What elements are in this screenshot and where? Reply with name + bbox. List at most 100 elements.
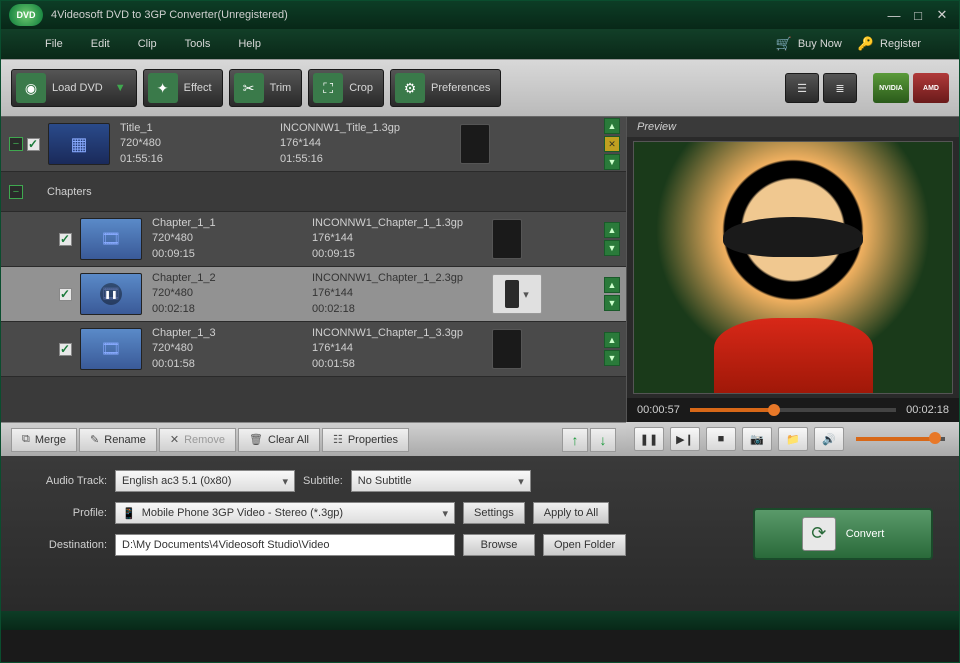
open-snapshot-folder-button[interactable]: 📁: [778, 427, 808, 451]
merge-label: Merge: [35, 434, 66, 446]
chapter-up-button[interactable]: ▲: [604, 277, 620, 293]
buy-now-link[interactable]: 🛒 Buy Now: [768, 32, 850, 56]
chapter-checkbox[interactable]: [59, 288, 72, 301]
profile-select[interactable]: 📱 Mobile Phone 3GP Video - Stereo (*.3gp…: [115, 502, 455, 524]
chapter-up-button[interactable]: ▲: [604, 332, 620, 348]
menu-file[interactable]: File: [31, 34, 77, 54]
chapter-row-selected[interactable]: 🎞 Chapter_1_2 720*480 00:02:18 INCONNW1_…: [1, 267, 626, 322]
move-up-button[interactable]: ↑: [562, 428, 588, 452]
subtitle-value: No Subtitle: [358, 475, 412, 487]
chapter-out-dur: 00:09:15: [312, 247, 492, 262]
maximize-button[interactable]: □: [909, 6, 927, 24]
expand-chapters-icon[interactable]: −: [9, 185, 23, 199]
chapter-up-button[interactable]: ▲: [604, 222, 620, 238]
menubar: File Edit Clip Tools Help 🛒 Buy Now 🔑 Re…: [1, 29, 959, 59]
merge-button[interactable]: ⧉ Merge: [11, 428, 77, 452]
remove-label: Remove: [184, 434, 225, 446]
chevron-down-icon: ▾: [282, 475, 288, 488]
minimize-button[interactable]: —: [885, 6, 903, 24]
chapter-src-dur: 00:09:15: [152, 247, 312, 262]
rename-label: Rename: [104, 434, 146, 446]
chapter-checkbox[interactable]: [59, 343, 72, 356]
open-folder-button[interactable]: Open Folder: [543, 534, 626, 556]
mute-button[interactable]: 🔊: [814, 427, 844, 451]
volume-knob[interactable]: [929, 432, 941, 444]
chapter-src-res: 720*480: [152, 286, 312, 301]
titlebar: DVD 4Videosoft DVD to 3GP Converter(Unre…: [1, 1, 959, 29]
title-checkbox[interactable]: [27, 138, 40, 151]
seek-knob[interactable]: [768, 404, 780, 416]
load-dvd-caret-icon: ▼: [115, 82, 126, 94]
seek-slider[interactable]: [690, 408, 896, 412]
destination-label: Destination:: [17, 539, 107, 551]
chapters-header: − Chapters: [1, 172, 626, 212]
preview-video[interactable]: [633, 141, 953, 394]
title-src-res: 720*480: [120, 136, 280, 151]
remove-button[interactable]: ✕Remove: [159, 428, 236, 452]
title-out-name: INCONNW1_Title_1.3gp: [280, 121, 460, 136]
view-detail-button[interactable]: ≣: [823, 73, 857, 103]
apply-to-all-button[interactable]: Apply to All: [533, 502, 609, 524]
action-bars: ⧉ Merge ✎Rename ✕Remove 🗑Clear All ☷Prope…: [1, 422, 959, 456]
title-src-info: Title_1 720*480 01:55:16: [120, 121, 280, 167]
menu-edit[interactable]: Edit: [77, 34, 124, 54]
trim-button[interactable]: ✂ Trim: [229, 69, 303, 107]
crop-button[interactable]: ⛶ Crop: [308, 69, 384, 107]
load-dvd-button[interactable]: ◉ Load DVD ▼: [11, 69, 137, 107]
title-remove-button[interactable]: ✕: [604, 136, 620, 152]
properties-button[interactable]: ☷Properties: [322, 428, 409, 452]
rename-button[interactable]: ✎Rename: [79, 428, 157, 452]
chapter-checkbox[interactable]: [59, 233, 72, 246]
title-up-button[interactable]: ▲: [604, 118, 620, 134]
buy-now-label: Buy Now: [798, 38, 842, 50]
step-button[interactable]: ▶❙: [670, 427, 700, 451]
chapter-row[interactable]: 🎞 Chapter_1_1 720*480 00:09:15 INCONNW1_…: [1, 212, 626, 267]
crop-icon: ⛶: [313, 73, 343, 103]
snapshot-button[interactable]: 📷: [742, 427, 772, 451]
menu-tools[interactable]: Tools: [171, 34, 225, 54]
chapter-out-info: INCONNW1_Chapter_1_3.3gp 176*144 00:01:5…: [312, 326, 492, 372]
clear-all-button[interactable]: 🗑Clear All: [238, 428, 320, 452]
audio-track-label: Audio Track:: [17, 475, 107, 487]
file-list: − ▦ Title_1 720*480 01:55:16 INCONNW1_Ti…: [1, 117, 626, 422]
effect-button[interactable]: ✦ Effect: [143, 69, 223, 107]
clear-icon: 🗑: [249, 433, 263, 446]
title-row[interactable]: − ▦ Title_1 720*480 01:55:16 INCONNW1_Ti…: [1, 117, 626, 172]
chapter-down-button[interactable]: ▼: [604, 295, 620, 311]
stop-button[interactable]: ■: [706, 427, 736, 451]
profile-settings-button[interactable]: Settings: [463, 502, 525, 524]
chapter-name: Chapter_1_3: [152, 326, 312, 341]
audio-track-select[interactable]: English ac3 5.1 (0x80) ▾: [115, 470, 295, 492]
title-src-dur: 01:55:16: [120, 152, 280, 167]
browse-button[interactable]: Browse: [463, 534, 535, 556]
register-link[interactable]: 🔑 Register: [850, 32, 929, 56]
title-out-info: INCONNW1_Title_1.3gp 176*144 01:55:16: [280, 121, 460, 167]
device-select[interactable]: ▾: [492, 274, 542, 314]
menu-clip[interactable]: Clip: [124, 34, 171, 54]
expand-title-icon[interactable]: −: [9, 137, 23, 151]
chapter-down-button[interactable]: ▼: [604, 240, 620, 256]
close-button[interactable]: ✕: [933, 6, 951, 24]
phone-icon: 📱: [122, 507, 136, 520]
move-down-button[interactable]: ↓: [590, 428, 616, 452]
trim-label: Trim: [270, 82, 292, 94]
key-icon: 🔑: [858, 36, 874, 52]
nvidia-badge: NVIDIA: [873, 73, 909, 103]
destination-input[interactable]: D:\My Documents\4Videosoft Studio\Video: [115, 534, 455, 556]
cart-icon: 🛒: [776, 36, 792, 52]
load-dvd-label: Load DVD: [52, 82, 103, 94]
chapter-src-info: Chapter_1_3 720*480 00:01:58: [152, 326, 312, 372]
merge-icon: ⧉: [22, 433, 30, 446]
chapter-down-button[interactable]: ▼: [604, 350, 620, 366]
view-list-button[interactable]: ☰: [785, 73, 819, 103]
chapter-out-name: INCONNW1_Chapter_1_3.3gp: [312, 326, 492, 341]
menu-help[interactable]: Help: [224, 34, 275, 54]
convert-button[interactable]: ⟳ Convert: [753, 508, 933, 560]
title-down-button[interactable]: ▼: [604, 154, 620, 170]
chapter-out-info: INCONNW1_Chapter_1_1.3gp 176*144 00:09:1…: [312, 216, 492, 262]
subtitle-select[interactable]: No Subtitle ▾: [351, 470, 531, 492]
pause-button[interactable]: ❚❚: [634, 427, 664, 451]
chapter-row[interactable]: 🎞 Chapter_1_3 720*480 00:01:58 INCONNW1_…: [1, 322, 626, 377]
volume-slider[interactable]: [856, 437, 945, 441]
preferences-button[interactable]: ⚙ Preferences: [390, 69, 501, 107]
